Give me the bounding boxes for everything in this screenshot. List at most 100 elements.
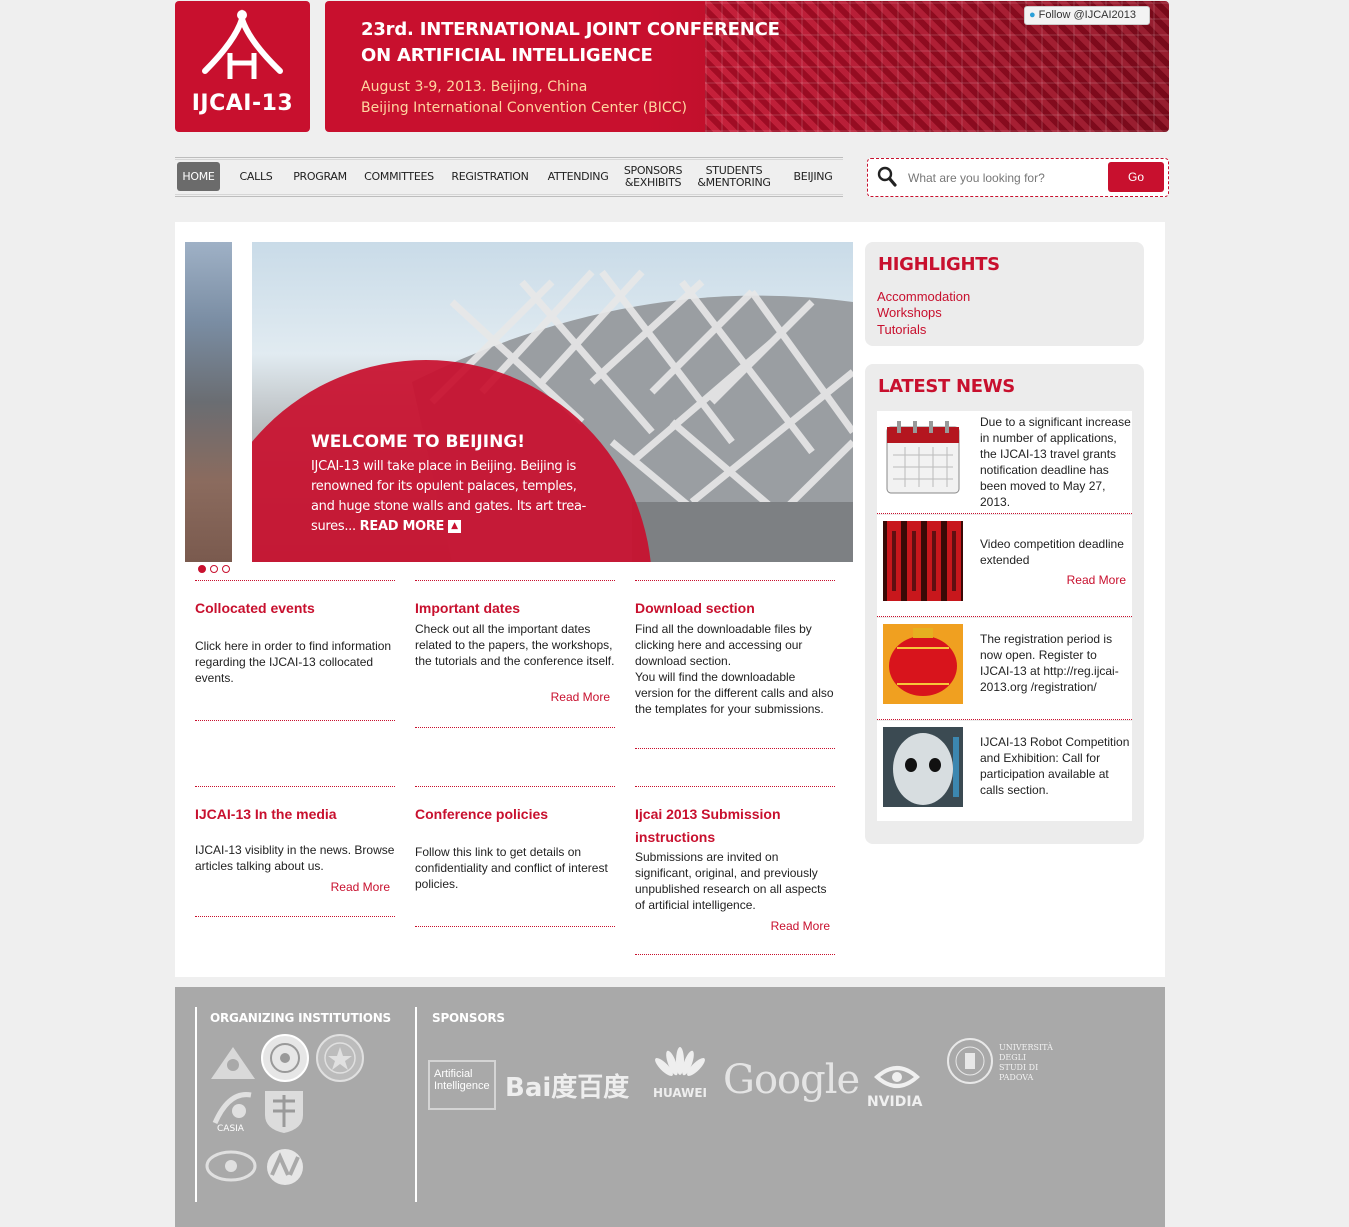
red-lantern-image [883, 624, 963, 704]
main-nav: HOME CALLS PROGRAM COMMITTEES REGISTRATI… [175, 157, 843, 197]
highlight-link-tutorials[interactable]: Tutorials [877, 322, 926, 337]
news-item[interactable]: Due to a significant increase in number … [877, 411, 1132, 514]
card-title[interactable]: Download section [635, 597, 755, 620]
slider-main-slide[interactable]: WELCOME TO BEIJING! IJCAI-13 will take p… [252, 242, 853, 562]
slider-dot-3[interactable] [222, 565, 230, 573]
read-more-link[interactable]: Read More [1067, 573, 1126, 587]
org-logo-aaai[interactable] [264, 1147, 306, 1187]
slide-body: IJCAI-13 will take place in Beijing. Bei… [311, 459, 587, 534]
card-title[interactable]: Collocated events [195, 597, 315, 620]
org-logo-casia[interactable]: CASIA [209, 1087, 257, 1135]
footer-divider [195, 1007, 197, 1202]
news-item[interactable]: Video competition deadline extended Read… [877, 515, 1132, 617]
card-divider [415, 727, 615, 728]
org-logo-seal-2[interactable] [315, 1033, 365, 1083]
sponsor-google[interactable]: Google [723, 1057, 860, 1103]
nav-attending[interactable]: ATTENDING [543, 162, 613, 191]
card-divider [415, 580, 615, 581]
org-logo-seal-1[interactable] [260, 1033, 310, 1083]
calendar-icon [886, 421, 960, 494]
card-body: Check out all the important dates relate… [415, 622, 615, 668]
org-logo-eye[interactable] [205, 1149, 257, 1183]
card-divider [415, 786, 615, 787]
arrow-up-icon: ▲ [447, 520, 461, 533]
card-conference-policies[interactable]: Conference policies Follow this link to … [415, 786, 615, 936]
twitter-follow-button[interactable]: ● Follow @IJCAI2013 [1024, 6, 1150, 25]
latest-news-panel: LATEST NEWS Due to a significant increas… [865, 364, 1144, 844]
card-divider [635, 786, 835, 787]
slider-prev-preview[interactable] [185, 242, 232, 562]
org-logo-triangle[interactable] [209, 1045, 257, 1081]
sponsor-nvidia[interactable]: NVIDIA [867, 1061, 931, 1110]
nav-students-mentoring[interactable]: STUDENTS &MENTORING [697, 162, 771, 191]
nvidia-wordmark: NVIDIA [867, 1094, 923, 1110]
highlights-panel: HIGHLIGHTS Accommodation Workshops Tutor… [865, 242, 1144, 346]
logo-text: IJCAI-13 [191, 91, 294, 116]
card-divider [195, 786, 395, 787]
nav-committees[interactable]: COMMITTEES [362, 162, 436, 191]
sponsor-huawei[interactable]: HUAWEI [650, 1047, 710, 1100]
padova-seal-icon [947, 1038, 993, 1084]
read-more-link[interactable]: Read More [771, 919, 830, 933]
card-title[interactable]: Ijcai 2013 Submission instructions [635, 803, 815, 849]
nav-sponsors-exhibits[interactable]: SPONSORS &EXHIBITS [622, 162, 684, 191]
sponsor-baidu[interactable]: Bai度百度 [505, 1067, 629, 1104]
news-text: The registration period is now open. Reg… [980, 632, 1119, 694]
slide-read-more-link[interactable]: READ MORE [360, 519, 445, 534]
slide-title: WELCOME TO BEIJING! [311, 432, 526, 452]
news-item[interactable]: IJCAI-13 Robot Competition and Exhibitio… [877, 721, 1132, 821]
twitter-bird-icon: ● [1029, 9, 1036, 21]
card-title[interactable]: IJCAI-13 In the media [195, 803, 337, 826]
card-body: Submissions are invited on significant, … [635, 850, 827, 912]
banner-dates: August 3-9, 2013. Beijing, China Beijing… [361, 79, 687, 116]
news-item[interactable]: The registration period is now open. Reg… [877, 618, 1132, 720]
card-submission-instructions[interactable]: Ijcai 2013 Submission instructions Submi… [635, 786, 835, 961]
card-download-section[interactable]: Download section Find all the downloadab… [635, 580, 835, 755]
footer: ORGANIZING INSTITUTIONS SPONSORS CASIA A… [175, 987, 1165, 1227]
read-more-link[interactable]: Read More [551, 690, 610, 704]
highlight-link-workshops[interactable]: Workshops [877, 305, 942, 320]
card-title[interactable]: Important dates [415, 597, 520, 620]
red-scrolls-image [883, 521, 963, 601]
nav-home[interactable]: HOME [177, 162, 220, 191]
card-collocated-events[interactable]: Collocated events Click here in order to… [195, 580, 395, 730]
card-body: Find all the downloadable files by click… [635, 622, 834, 716]
footer-divider [415, 1007, 417, 1202]
ijcai-logo-icon [202, 9, 283, 79]
highlight-link-accommodation[interactable]: Accommodation [877, 289, 970, 304]
highlights-title: HIGHLIGHTS [878, 254, 1000, 275]
huawei-petals-icon [655, 1047, 705, 1076]
nav-beijing[interactable]: BEIJING [785, 162, 841, 191]
nav-registration[interactable]: REGISTRATION [449, 162, 531, 191]
nav-calls[interactable]: CALLS [233, 162, 279, 191]
card-in-the-media[interactable]: IJCAI-13 In the media IJCAI-13 visiblity… [195, 786, 395, 926]
card-important-dates[interactable]: Important dates Check out all the import… [415, 580, 615, 730]
card-divider [195, 916, 395, 917]
organizing-institutions-title: ORGANIZING INSTITUTIONS [210, 1011, 391, 1025]
card-divider [195, 580, 395, 581]
padova-wordmark: UNIVERSITÀ DEGLI STUDI DI PADOVA [999, 1043, 1053, 1082]
card-body: IJCAI-13 visiblity in the news. Browse a… [195, 843, 395, 873]
sponsors-title: SPONSORS [432, 1011, 505, 1025]
org-logo-shield[interactable] [261, 1087, 307, 1135]
slider-dot-1[interactable] [198, 565, 206, 573]
slider-dot-2[interactable] [210, 565, 218, 573]
search-go-button[interactable]: Go [1108, 162, 1164, 192]
search-input[interactable] [908, 168, 1098, 188]
card-title[interactable]: Conference policies [415, 803, 548, 826]
sponsor-artificial-intelligence[interactable]: Artificial Intelligence [428, 1060, 496, 1110]
latest-news-title: LATEST NEWS [878, 376, 1015, 397]
robot-face-image [883, 727, 963, 807]
card-divider [415, 926, 615, 927]
ijcai-logo[interactable]: IJCAI-13 [175, 1, 310, 132]
sponsor-university-padova[interactable]: UNIVERSITÀ DEGLI STUDI DI PADOVA [945, 1033, 1055, 1103]
nav-program[interactable]: PROGRAM [288, 162, 352, 191]
search-box: Go [867, 158, 1169, 197]
card-divider [635, 580, 835, 581]
card-divider [635, 748, 835, 749]
card-body: Follow this link to get details on confi… [415, 845, 608, 891]
banner-title: 23rd. INTERNATIONAL JOINT CONFERENCE ON … [361, 19, 780, 66]
read-more-link[interactable]: Read More [331, 880, 390, 894]
news-text: Due to a significant increase in number … [980, 415, 1131, 509]
news-text: Video competition deadline extended [980, 537, 1124, 567]
